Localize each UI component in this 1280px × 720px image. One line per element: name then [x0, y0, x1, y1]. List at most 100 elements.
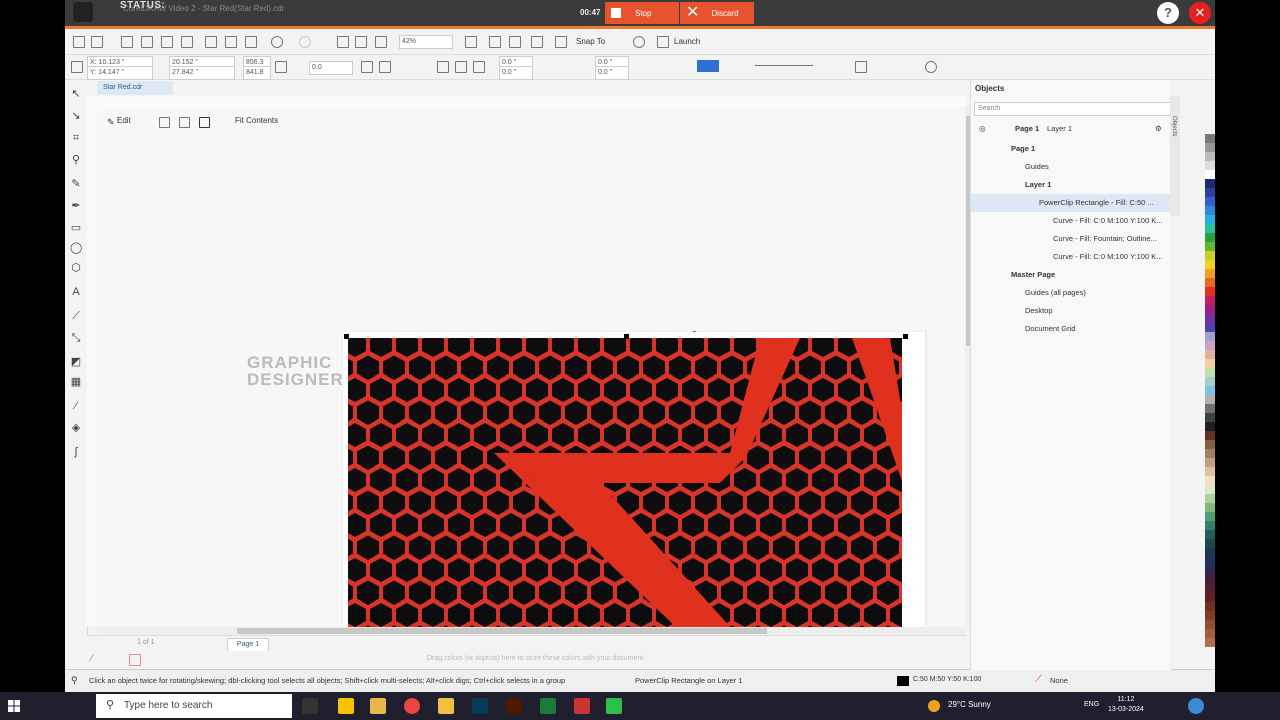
palette-swatch[interactable]: [1205, 404, 1215, 413]
palette-swatch[interactable]: [1205, 512, 1215, 521]
upload-icon[interactable]: [141, 36, 153, 48]
smart-fill-tool-icon[interactable]: ʃ: [70, 446, 82, 458]
palette-swatch[interactable]: [1205, 359, 1215, 368]
objects-tree-row[interactable]: PowerClip Rectangle - Fill: C:50 ...: [971, 194, 1171, 212]
corner-scallop-icon[interactable]: [455, 61, 467, 73]
palette-swatch[interactable]: [1205, 341, 1215, 350]
interactive-fill-tool-icon[interactable]: ◈: [70, 422, 82, 434]
palette-swatch[interactable]: [1205, 431, 1215, 440]
guidelines-icon[interactable]: [531, 36, 543, 48]
palette-swatch[interactable]: [1205, 179, 1215, 188]
horizontal-scrollbar[interactable]: [97, 627, 965, 635]
objects-tree-row[interactable]: Curve - Fill: C:0 M:100 Y:100 K...: [971, 248, 1171, 266]
palette-swatch[interactable]: [1205, 620, 1215, 629]
cloud-icon[interactable]: [161, 36, 173, 48]
drawing-canvas[interactable]: ✎ Edit Fit Contents GRAPHIC DESIGNER: [97, 106, 965, 628]
zoom-level-field[interactable]: 42%: [399, 35, 453, 49]
object-origin-icon[interactable]: [71, 61, 83, 73]
copy-icon[interactable]: [225, 36, 237, 48]
recorder-app-icon[interactable]: [574, 698, 590, 714]
photoshop-icon[interactable]: [472, 698, 488, 714]
fill-color-swatch[interactable]: [897, 676, 909, 686]
windows-start-icon[interactable]: [8, 700, 20, 712]
zoom-tool-icon[interactable]: ⚲: [70, 154, 82, 166]
palette-swatch[interactable]: [1205, 134, 1215, 143]
palette-swatch[interactable]: [1205, 557, 1215, 566]
line-style-picker[interactable]: [755, 65, 813, 66]
palette-swatch[interactable]: [1205, 413, 1215, 422]
file-explorer-icon[interactable]: [370, 698, 386, 714]
palette-swatch[interactable]: [1205, 494, 1215, 503]
task-view-icon[interactable]: [302, 698, 318, 714]
palette-swatch[interactable]: [1205, 584, 1215, 593]
palette-swatch[interactable]: [1205, 323, 1215, 332]
settings-gear-icon[interactable]: ⚙: [1155, 120, 1162, 138]
help-button[interactable]: ?: [1157, 2, 1179, 24]
no-color-swatch-icon[interactable]: [129, 654, 141, 666]
objects-tree-row[interactable]: Curve - Fill: C:0 M:100 Y:100 K...: [971, 212, 1171, 230]
objects-tree-row[interactable]: Document Grid: [971, 320, 1171, 338]
scale-y-field[interactable]: 841.8: [243, 66, 271, 80]
palette-swatch[interactable]: [1205, 287, 1215, 296]
recorder-close-button[interactable]: ✕: [1189, 2, 1211, 24]
export-icon[interactable]: [355, 36, 367, 48]
crop-tool-icon[interactable]: ⌗: [70, 132, 82, 144]
chrome-icon[interactable]: [404, 698, 420, 714]
palette-swatch[interactable]: [1205, 296, 1215, 305]
palette-swatch[interactable]: [1205, 611, 1215, 620]
corner-chamfer-icon[interactable]: [473, 61, 485, 73]
drop-shadow-tool-icon[interactable]: ◩: [70, 356, 82, 368]
shape-tool-icon[interactable]: ↘: [70, 110, 82, 122]
lock-ratio-icon[interactable]: [275, 61, 287, 73]
palette-swatch[interactable]: [1205, 224, 1215, 233]
stop-button[interactable]: Stop: [605, 2, 679, 24]
palette-swatch[interactable]: [1205, 152, 1215, 161]
palette-swatch[interactable]: [1205, 575, 1215, 584]
palette-swatch[interactable]: [1205, 170, 1215, 179]
palette-swatch[interactable]: [1205, 485, 1215, 494]
freehand-tool-icon[interactable]: ✎: [70, 178, 82, 190]
excel-icon[interactable]: [540, 698, 556, 714]
select-contents-icon[interactable]: [159, 117, 170, 128]
eyedropper-icon[interactable]: ⁄: [91, 653, 93, 663]
rotation-angle-field[interactable]: 0.0: [309, 61, 353, 75]
folder-icon[interactable]: [438, 698, 454, 714]
snap-icon[interactable]: [555, 36, 567, 48]
palette-swatch[interactable]: [1205, 350, 1215, 359]
page-tab[interactable]: Page 1: [227, 638, 269, 652]
docker-side-tabs[interactable]: Objects: [1170, 96, 1180, 216]
palette-swatch[interactable]: [1205, 467, 1215, 476]
grid-icon[interactable]: [509, 36, 521, 48]
palette-swatch[interactable]: [1205, 260, 1215, 269]
palette-swatch[interactable]: [1205, 521, 1215, 530]
horizontal-scroll-thumb[interactable]: [237, 628, 767, 634]
palette-swatch[interactable]: [1205, 602, 1215, 611]
objects-tree-row[interactable]: Master Page: [971, 266, 1171, 284]
lock-contents-icon[interactable]: [199, 117, 210, 128]
connector-tool-icon[interactable]: ⤡: [70, 332, 82, 344]
palette-swatch[interactable]: [1205, 476, 1215, 485]
palette-swatch[interactable]: [1205, 458, 1215, 467]
palette-swatch[interactable]: [1205, 269, 1215, 278]
palette-swatch[interactable]: [1205, 314, 1215, 323]
palette-swatch[interactable]: [1205, 251, 1215, 260]
ellipse-tool-icon[interactable]: ◯: [70, 242, 82, 254]
palette-swatch[interactable]: [1205, 215, 1215, 224]
palette-swatch[interactable]: [1205, 368, 1215, 377]
text-tool-icon[interactable]: A: [70, 286, 82, 298]
quick-customize-icon[interactable]: [925, 61, 937, 73]
current-page-row[interactable]: ◎ Page 1 Layer 1 ⚙: [971, 120, 1171, 138]
height-field[interactable]: 27.842 ": [169, 66, 235, 80]
illustrator-icon[interactable]: [506, 698, 522, 714]
cut-icon[interactable]: [205, 36, 217, 48]
system-clock[interactable]: 11:12 13-03-2024: [1108, 695, 1144, 715]
palette-swatch[interactable]: [1205, 449, 1215, 458]
palette-swatch[interactable]: [1205, 143, 1215, 152]
y-position-field[interactable]: Y: 14.147 ": [87, 66, 153, 80]
parallel-dimension-tool-icon[interactable]: ⟋: [70, 310, 82, 322]
palette-swatch[interactable]: [1205, 548, 1215, 557]
objects-tree-row[interactable]: Guides: [971, 158, 1171, 176]
paste-icon[interactable]: [245, 36, 257, 48]
palette-swatch[interactable]: [1205, 305, 1215, 314]
language-indicator[interactable]: ENG: [1084, 701, 1099, 708]
